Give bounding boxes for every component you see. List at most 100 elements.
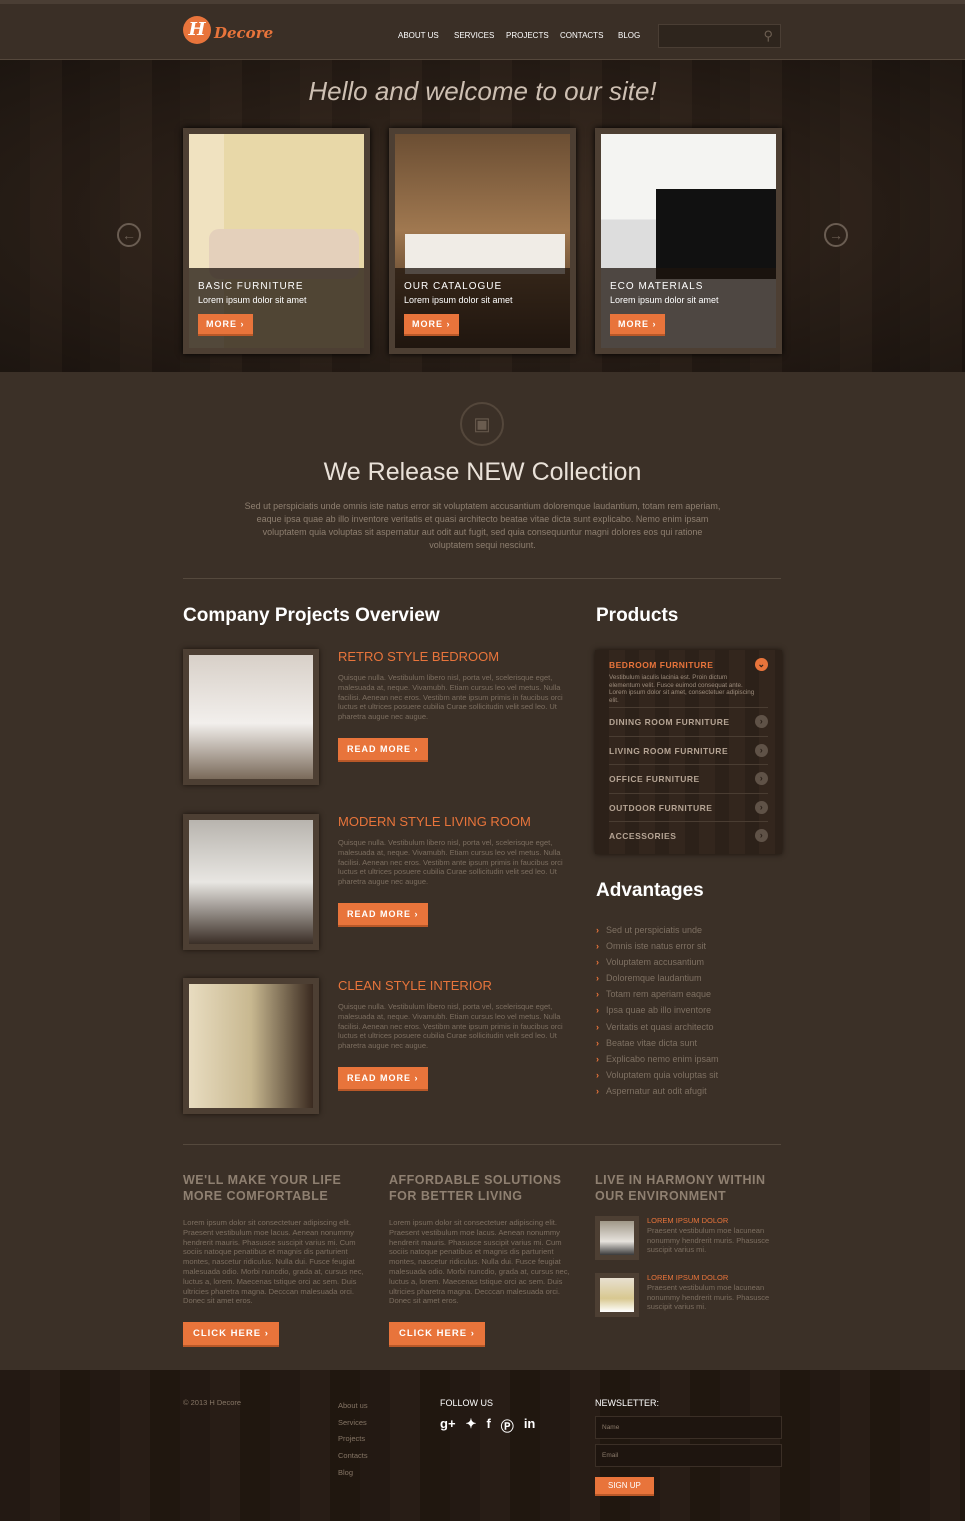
briefcase-icon: ▣ (460, 402, 504, 446)
chevron-right-icon[interactable]: › (755, 772, 768, 785)
google-plus-icon[interactable]: g+ (440, 1416, 456, 1435)
info-column: WE'LL MAKE YOUR LIFE MORE COMFORTABLE Lore… (183, 1172, 373, 1348)
next-arrow-icon[interactable]: → (824, 223, 848, 247)
chevron-right-icon[interactable]: › (755, 829, 768, 842)
chevron-right-icon: › (596, 1021, 599, 1032)
accordion-description: Vestibulum iaculis lacinia est. Proin di… (609, 674, 755, 704)
harmony-item: LOREM IPSUM DOLOR Praesent vestibulum moe… (595, 1273, 785, 1319)
project-image[interactable] (183, 978, 319, 1114)
products-accordion: BEDROOM FURNITURE ⌄ Vestibulum iaculis lac… (595, 650, 782, 854)
prev-arrow-icon[interactable]: ← (117, 223, 141, 247)
nav-projects[interactable]: PROJECTS (506, 31, 549, 40)
follow-heading: FOLLOW US (440, 1398, 494, 1408)
thumbnail[interactable] (595, 1273, 639, 1317)
column-heading: FOR BETTER LIVING (389, 1189, 523, 1203)
accordion-item[interactable]: ACCESSORIES › (609, 822, 768, 851)
email-field[interactable]: Email (595, 1444, 782, 1467)
divider (183, 1144, 781, 1145)
search-input[interactable]: ⚲ (658, 24, 781, 48)
slide-1: BASIC FURNITURE Lorem ipsum dolor sit ame… (183, 128, 370, 354)
chevron-right-icon: › (596, 1005, 599, 1016)
project-image[interactable] (183, 649, 319, 785)
nav-about[interactable]: ABOUT US (398, 31, 439, 40)
nav-services[interactable]: SERVICES (454, 31, 494, 40)
footer-link[interactable]: Contacts (338, 1448, 368, 1465)
chevron-right-icon: › (596, 941, 599, 952)
sign-up-button[interactable]: SIGN UP (595, 1477, 654, 1496)
column-heading: MORE COMFORTABLE (183, 1189, 329, 1203)
nav-contacts[interactable]: CONTACTS (560, 31, 603, 40)
footer-links: About us Services Projects Contacts Blog (338, 1398, 368, 1482)
chevron-right-icon: › (596, 989, 599, 1000)
read-more-button[interactable]: READ MORE › (338, 738, 428, 762)
project-title[interactable]: MODERN STYLE LIVING ROOM (338, 814, 531, 829)
slide-title: OUR CATALOGUE (404, 281, 503, 292)
slide-title: BASIC FURNITURE (198, 281, 304, 292)
item-text: Praesent vestibulum moe lacunean nonummy… (647, 1226, 770, 1254)
search-icon[interactable]: ⚲ (763, 28, 773, 44)
slide-subtitle: Lorem ipsum dolor sit amet (198, 295, 307, 305)
chevron-right-icon: › (596, 925, 599, 935)
chevron-down-icon[interactable]: ⌄ (755, 658, 768, 671)
facebook-icon[interactable]: f (486, 1416, 490, 1435)
accordion-item[interactable]: OUTDOOR FURNITURE › (609, 794, 768, 822)
twitter-icon[interactable]: ✦ (466, 1416, 477, 1435)
accordion-item[interactable]: OFFICE FURNITURE › (609, 765, 768, 794)
more-button[interactable]: MORE › (198, 314, 253, 336)
chevron-right-icon[interactable]: › (755, 743, 768, 757)
chevron-right-icon[interactable]: › (755, 800, 768, 814)
copyright: © 2013 H Decore (183, 1398, 242, 1407)
footer-link[interactable]: Blog (338, 1465, 368, 1482)
read-more-button[interactable]: READ MORE › (338, 1067, 428, 1091)
column-heading: AFFORDABLE SOLUTIONS (389, 1173, 562, 1187)
advantages-list: › Sed ut perspiciatis unde › Omnis iste nat… (596, 922, 719, 1099)
slide-title: ECO MATERIALS (610, 281, 704, 292)
accordion-item[interactable]: DINING ROOM FURNITURE › (609, 708, 768, 737)
thumbnail[interactable] (595, 1216, 639, 1260)
collection-title: We Release NEW Collection (323, 458, 642, 486)
advantage-item: › Voluptatem quia voluptas sit (596, 1069, 719, 1080)
advantage-item: › Voluptatem accusantium (596, 957, 705, 968)
project-title[interactable]: RETRO STYLE BEDROOM (338, 649, 499, 664)
chevron-right-icon[interactable]: › (755, 715, 768, 728)
harmony-item: LOREM IPSUM DOLOR Praesent vestibulum moe… (595, 1216, 785, 1262)
footer-link[interactable]: Projects (338, 1431, 368, 1448)
item-title[interactable]: LOREM IPSUM DOLOR (647, 1216, 728, 1225)
logo-icon[interactable]: H (183, 16, 211, 44)
project-item: RETRO STYLE BEDROOM Quisque nulla. Vestib… (183, 649, 573, 785)
logo-text[interactable]: Decore (214, 24, 273, 42)
footer-link[interactable]: About us (338, 1398, 368, 1415)
divider (183, 578, 781, 579)
pinterest-icon[interactable]: Ⓟ (501, 1416, 514, 1435)
advantage-item: › Veritatis et quasi architecto (596, 1021, 714, 1032)
advantage-item: › Sed ut perspiciatis unde (596, 925, 703, 935)
social-icons: g+ ✦ f Ⓟin (440, 1416, 535, 1435)
linkedin-icon[interactable]: in (524, 1416, 536, 1435)
accordion-item-bedroom[interactable]: BEDROOM FURNITURE ⌄ Vestibulum iaculis lac… (609, 650, 768, 708)
advantage-item: › Omnis iste natus error sit (596, 941, 707, 952)
read-more-button[interactable]: READ MORE › (338, 903, 428, 927)
advantage-item: › Aspernatur aut odit afugit (596, 1085, 707, 1096)
column-heading: OUR ENVIRONMENT (595, 1189, 727, 1203)
advantage-item: › Beatae vitae dicta sunt (596, 1037, 698, 1048)
project-title[interactable]: CLEAN STYLE INTERIOR (338, 978, 492, 993)
advantage-item: › Doloremque laudantium (596, 973, 702, 984)
project-item: CLEAN STYLE INTERIOR Quisque nulla. Vesti… (183, 978, 573, 1114)
click-here-button[interactable]: CLICK HERE › (183, 1322, 279, 1348)
project-image[interactable] (183, 814, 319, 950)
nav-blog[interactable]: BLOG (618, 31, 640, 40)
advantage-item: › Explicabo nemo enim ipsam (596, 1053, 719, 1064)
item-text: Praesent vestibulum moe lacunean nonummy… (647, 1283, 770, 1311)
accordion-item[interactable]: LIVING ROOM FURNITURE › (609, 737, 768, 765)
click-here-button[interactable]: CLICK HERE › (389, 1322, 485, 1348)
slide-2: OUR CATALOGUE Lorem ipsum dolor sit amet M… (389, 128, 576, 354)
project-text: Quisque nulla. Vestibulum libero nisl, p… (338, 1002, 563, 1051)
name-field[interactable]: Name (595, 1416, 782, 1439)
more-button[interactable]: MORE › (404, 314, 459, 336)
more-button[interactable]: MORE › (610, 314, 665, 336)
footer (0, 1370, 965, 1521)
project-text: Quisque nulla. Vestibulum libero nisl, p… (338, 838, 563, 887)
item-title[interactable]: LOREM IPSUM DOLOR (647, 1273, 728, 1282)
column-text: Lorem ipsum dolor sit consectetuer adipi… (183, 1218, 364, 1306)
footer-link[interactable]: Services (338, 1415, 368, 1432)
